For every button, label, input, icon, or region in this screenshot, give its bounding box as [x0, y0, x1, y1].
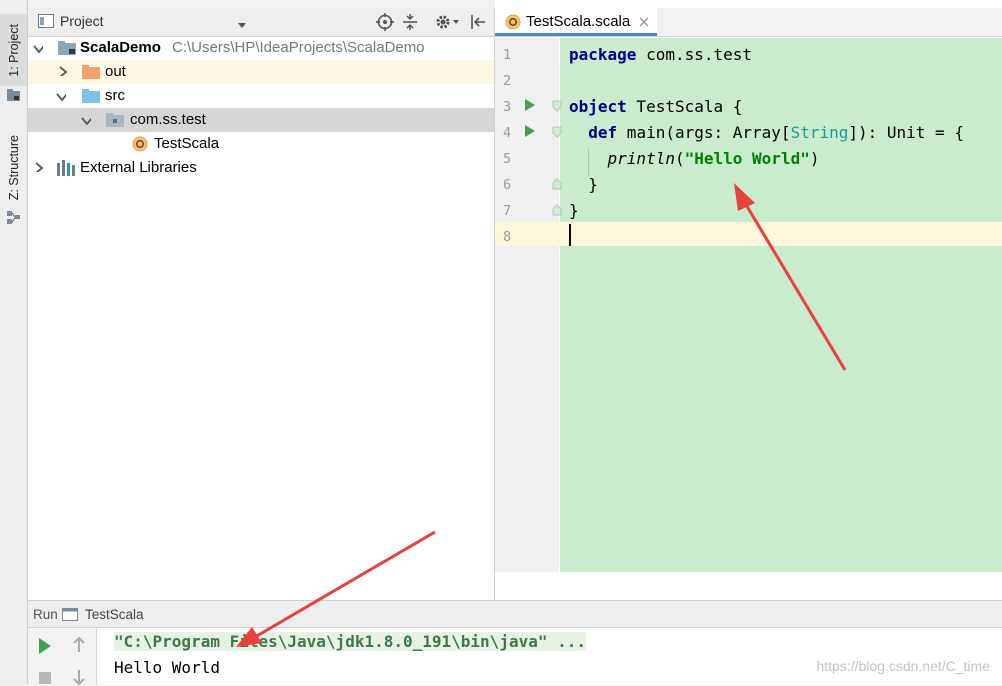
line-number: 6: [503, 177, 512, 193]
console-command-line: "C:\Program Files\Java\jdk1.8.0_191\bin\…: [114, 632, 587, 651]
line-number: 8: [503, 229, 512, 245]
library-icon: [57, 160, 75, 176]
editor-tab-label: TestScala.scala: [526, 13, 631, 30]
indent-guide: [588, 148, 589, 176]
run-config-icon: [62, 608, 78, 621]
fold-icon[interactable]: [552, 100, 562, 112]
editor-panel: TestScala.scala 1 2 3 4 5 6 7 8 package …: [495, 0, 1002, 600]
folder-label-src: src: [105, 87, 125, 104]
code-text: main(args: Array[: [617, 123, 791, 142]
run-panel-header: Run TestScala: [28, 601, 1002, 628]
close-icon[interactable]: [639, 17, 649, 27]
chevron-down-icon[interactable]: [33, 44, 43, 54]
module-folder-icon: [58, 41, 76, 55]
project-root-path: C:\Users\HP\IdeaProjects\ScalaDemo: [172, 39, 425, 56]
hide-panel-icon[interactable]: [470, 13, 486, 35]
code-text: ]): Unit = {: [848, 123, 964, 142]
line-number: 1: [503, 47, 512, 63]
line-number: 2: [503, 73, 512, 89]
project-panel-header: Project: [28, 8, 494, 37]
tool-window-strip: 1: Project Z: Structure: [0, 0, 28, 684]
project-folder-icon: [6, 88, 21, 102]
project-tool-tab-label: 1: Project: [6, 23, 21, 77]
type-name: String: [790, 123, 849, 142]
editor-tab-bar: TestScala.scala: [495, 8, 1002, 37]
keyword: def: [588, 123, 618, 142]
excluded-folder-icon: [82, 65, 100, 79]
structure-icon: [6, 210, 21, 225]
code-line: }: [569, 201, 579, 220]
code-line: println("Hello World"): [569, 149, 820, 168]
structure-tool-tab[interactable]: Z: Structure: [0, 128, 27, 208]
watermark: https://blog.csdn.net/C_time: [816, 658, 990, 674]
run-config-tab[interactable]: TestScala: [85, 607, 144, 622]
chevron-down-icon[interactable]: [237, 17, 247, 34]
folder-label-out: out: [105, 63, 126, 80]
code-line: object TestScala {: [569, 97, 742, 116]
file-label-testscala: TestScala: [154, 135, 220, 152]
current-line-highlight: [495, 222, 1002, 246]
keyword: object: [569, 97, 627, 116]
editor-gutter: [495, 38, 559, 572]
line-number: 3: [503, 99, 512, 115]
structure-tool-tab-label: Z: Structure: [6, 135, 21, 201]
console-output: Hello World: [114, 658, 220, 677]
chevron-right-icon[interactable]: [58, 66, 68, 76]
project-root-name: ScalaDemo: [80, 39, 161, 56]
text-caret: [569, 224, 571, 246]
rerun-icon[interactable]: [38, 637, 52, 655]
project-panel: Project ScalaDemo C:\Users\HP\IdeaProjec…: [28, 8, 495, 600]
gear-icon[interactable]: [435, 13, 459, 35]
line-number: 5: [503, 151, 512, 167]
scala-object-icon: [505, 14, 521, 30]
collapse-all-icon[interactable]: [402, 13, 418, 35]
chevron-down-icon[interactable]: [81, 116, 91, 126]
tree-row-testscala[interactable]: TestScala: [28, 132, 494, 156]
run-gutter-icon[interactable]: [524, 98, 536, 112]
code-text: (: [674, 149, 685, 168]
external-libraries-label: External Libraries: [80, 159, 197, 176]
run-panel-title: Run: [33, 607, 58, 622]
tree-row-scalademo[interactable]: ScalaDemo C:\Users\HP\IdeaProjects\Scala…: [28, 36, 494, 60]
line-number: 7: [503, 203, 512, 219]
code-text: ): [809, 149, 820, 168]
function-call: println: [607, 149, 675, 168]
fold-icon[interactable]: [552, 126, 562, 138]
run-gutter-icon[interactable]: [524, 124, 536, 138]
project-view-selector[interactable]: Project: [60, 13, 104, 29]
string-literal: "Hello World": [684, 149, 810, 168]
fold-end-icon[interactable]: [552, 204, 562, 216]
fold-end-icon[interactable]: [552, 178, 562, 190]
code-area[interactable]: [560, 38, 1002, 572]
run-toolbar: [28, 628, 97, 686]
code-line: }: [569, 175, 598, 194]
package-icon: [106, 113, 124, 127]
arrow-up-icon[interactable]: [72, 637, 86, 653]
code-line: def main(args: Array[String]): Unit = {: [569, 123, 964, 142]
tree-row-package[interactable]: com.ss.test: [28, 108, 494, 132]
scala-object-icon: [132, 136, 148, 152]
code-text: com.ss.test: [636, 45, 753, 64]
code-line: package com.ss.test: [569, 45, 752, 64]
project-tool-tab[interactable]: 1: Project: [0, 14, 27, 86]
source-folder-icon: [82, 89, 100, 103]
stop-icon[interactable]: [38, 671, 52, 685]
package-label: com.ss.test: [130, 111, 206, 128]
locate-icon[interactable]: [376, 13, 394, 35]
chevron-right-icon[interactable]: [34, 162, 44, 172]
line-number: 4: [503, 125, 512, 141]
tree-row-external-libraries[interactable]: External Libraries: [28, 156, 494, 180]
project-view-icon: [38, 14, 54, 28]
tree-row-src[interactable]: src: [28, 84, 494, 108]
keyword: package: [569, 45, 637, 64]
editor-tab-testscala[interactable]: TestScala.scala: [495, 8, 657, 36]
code-text: TestScala {: [626, 97, 743, 116]
chevron-down-icon[interactable]: [56, 92, 66, 102]
tree-row-out[interactable]: out: [28, 60, 494, 84]
